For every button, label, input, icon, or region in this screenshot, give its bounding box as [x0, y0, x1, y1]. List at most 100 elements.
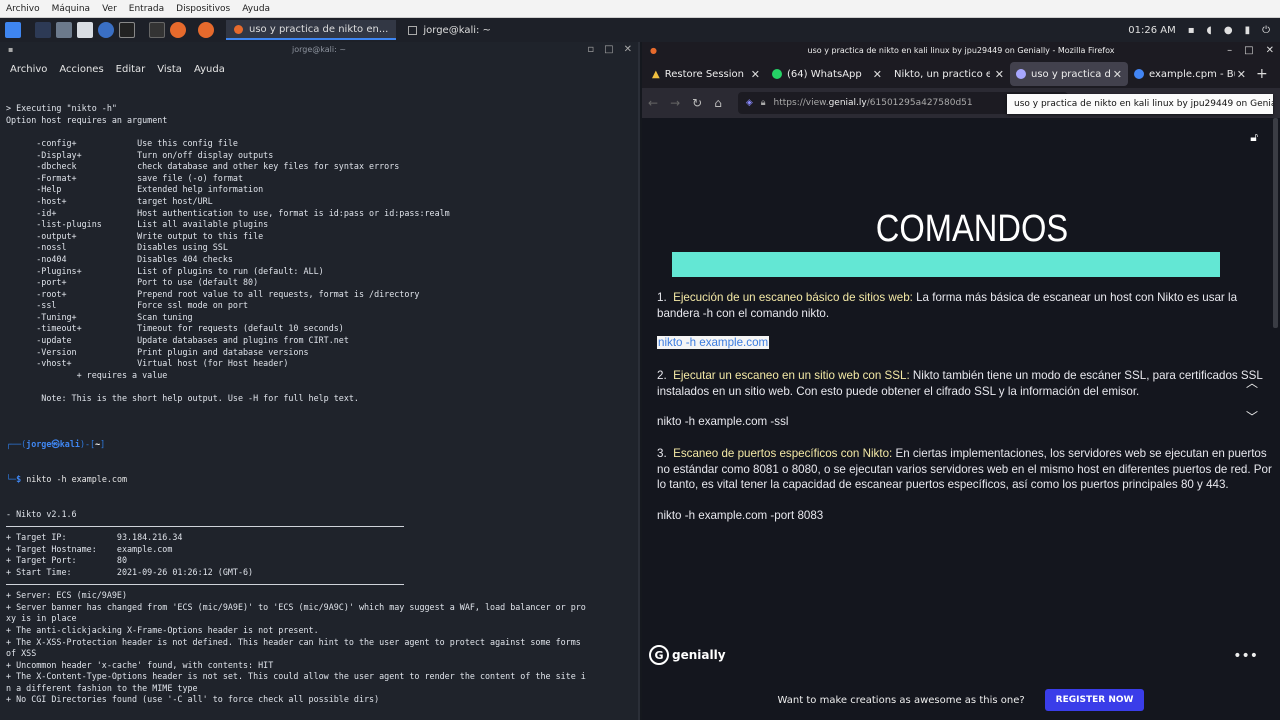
terminal-menu-vista[interactable]: Vista [157, 64, 182, 75]
terminal-titlebar: ▪ jorge@kali: ~ ▫ □ ✕ [0, 42, 638, 58]
more-options-icon[interactable]: ••• [1233, 648, 1258, 664]
terminal-window-controls: ▫ □ ✕ [587, 42, 632, 58]
vm-menu-dispositivos[interactable]: Dispositivos [170, 4, 236, 14]
promo-bar: Want to make creations as awesome as thi… [642, 680, 1280, 720]
tab-restore-session[interactable]: ▲ Restore Session ✕ [646, 62, 766, 86]
forward-icon[interactable]: → [670, 96, 680, 110]
tab-example-search[interactable]: example.cpm - Bu ✕ [1128, 62, 1252, 86]
chevron-down-icon[interactable]: ﹀ [1246, 408, 1258, 425]
prompt-user: jorge㉿kali [26, 439, 80, 450]
terminal-menu-acciones[interactable]: Acciones [59, 64, 103, 75]
firefox-launcher-icon[interactable] [170, 22, 186, 38]
prompt-command: nikto -h example.com [26, 474, 128, 485]
maximize-icon[interactable]: □ [1244, 42, 1253, 60]
lock-icon[interactable]: ▮ [1245, 25, 1251, 36]
notification-icon[interactable]: ● [1224, 25, 1233, 36]
maximize-icon[interactable]: □ [604, 42, 613, 58]
terminal-menu-archivo[interactable]: Archivo [10, 64, 47, 75]
terminal-scan-output: - Nikto v2.1.6 + Target IP: 93.184.216.34… [6, 509, 632, 706]
code-example-3: nikto -h example.com -port 8083 [657, 509, 824, 522]
tab-whatsapp[interactable]: (64) WhatsApp ✕ [766, 62, 888, 86]
register-button[interactable]: REGISTER NOW [1044, 689, 1145, 711]
scan-output-line: + Target IP: 93.184.216.34 [6, 532, 183, 543]
help-output-line: -dbcheck check database and other key fi… [6, 161, 400, 172]
scan-output-line: + Target Port: 80 [6, 555, 128, 566]
help-output-line: -Tuning+ Scan tuning [6, 311, 193, 322]
help-output-line: -host+ target host/URL [6, 195, 213, 206]
help-output-line: -config+ Use this config file [6, 137, 238, 148]
kali-menu-icon[interactable] [5, 22, 21, 38]
scan-output-line: + The X-XSS-Protection header is not def… [6, 636, 581, 647]
text-editor-icon[interactable] [77, 22, 93, 38]
workspace-icon[interactable] [35, 22, 51, 38]
clock[interactable]: 01:26 AM [1128, 25, 1175, 36]
prompt-line-1: ┌──(jorge㉿kali)-[~] [6, 439, 106, 450]
tab-label: Nikto, un practico esc [894, 68, 990, 80]
minimize-icon[interactable]: ▫ [587, 42, 594, 58]
url-host: genial.ly [828, 98, 867, 108]
back-icon[interactable]: ← [648, 96, 658, 110]
vm-menu-maquina[interactable]: Máquina [46, 4, 96, 14]
item-title: Escaneo de puertos específicos con Nikto… [673, 447, 893, 460]
scan-output-line: + The X-Content-Type-Options header is n… [6, 671, 586, 682]
browser-icon[interactable] [98, 22, 114, 38]
terminal-menu-ayuda[interactable]: Ayuda [194, 64, 225, 75]
tab-close-icon[interactable]: ✕ [1113, 68, 1122, 81]
volume-icon[interactable]: ◖ [1207, 25, 1212, 36]
vm-menu-ver[interactable]: Ver [96, 4, 123, 14]
close-icon[interactable]: ✕ [624, 42, 632, 58]
tab-genially-active[interactable]: uso y practica de nikto ✕ [1010, 62, 1128, 86]
reload-icon[interactable]: ↻ [692, 96, 702, 110]
home-icon[interactable]: ⌂ [714, 96, 722, 110]
vm-menu-entrada[interactable]: Entrada [123, 4, 170, 14]
scan-output-line: n a different fashion to the MIME type [6, 682, 198, 693]
genially-logo[interactable]: G genially [649, 645, 726, 665]
terminal-output[interactable]: > Executing "nikto -h" Option host requir… [0, 80, 638, 716]
item-1: 1. Ejecución de un escaneo básico de sit… [657, 290, 1272, 321]
terminal-icon [408, 25, 418, 35]
taskbar-firefox[interactable]: uso y practica de nikto en... [226, 20, 397, 40]
tab-nikto-practico[interactable]: Nikto, un practico esc ✕ [888, 62, 1010, 86]
help-output-line: -port+ Port to use (default 80) [6, 277, 259, 288]
help-output-line: > Executing "nikto -h" [6, 103, 117, 114]
tab-close-icon[interactable]: ✕ [751, 68, 760, 81]
terminal-launcher-icon[interactable] [119, 22, 135, 38]
tab-label: Restore Session [664, 68, 744, 80]
vm-menu-ayuda[interactable]: Ayuda [236, 4, 276, 14]
terminal-menu-bar: Archivo Acciones Editar Vista Ayuda [0, 58, 638, 80]
power-icon[interactable]: ⏻ [1262, 25, 1270, 36]
terminal-menu-editar[interactable]: Editar [116, 64, 146, 75]
help-output-line: Note: This is the short help output. Use… [6, 393, 359, 404]
code-example-1: nikto -h example.com [657, 336, 770, 349]
taskbar-terminal[interactable]: jorge@kali: ~ [400, 20, 499, 40]
code-text-selected[interactable]: nikto -h example.com [657, 336, 770, 349]
tab-close-icon[interactable]: ✕ [873, 68, 882, 81]
page-scrollbar[interactable] [1273, 118, 1278, 328]
workspace-1-icon[interactable] [149, 22, 165, 38]
taskbar-firefox-label: uso y practica de nikto en... [249, 23, 389, 35]
tab-close-icon[interactable]: ✕ [995, 68, 1004, 81]
tab-label: example.cpm - Bu [1149, 68, 1235, 80]
help-output-line: -id+ Host authentication to use, format … [6, 207, 450, 218]
chevron-up-icon[interactable]: ︿ [1246, 374, 1258, 391]
help-output-line: -output+ Write output to this file [6, 230, 264, 241]
item-number: 1. [657, 291, 667, 304]
minimize-icon[interactable]: – [1227, 42, 1232, 60]
firefox-window-controls: – □ ✕ [1227, 42, 1274, 60]
terminal-title: jorge@kali: ~ [291, 45, 347, 54]
firefox-title: uso y practica de nikto en kali linux by… [807, 46, 1115, 55]
firefox-icon [234, 24, 243, 34]
google-icon [1134, 69, 1144, 79]
help-output-line: -vhost+ Virtual host (for Host header) [6, 358, 289, 369]
unlock-icon[interactable]: 🔓︎ [1250, 130, 1258, 145]
firefox-titlebar: ● uso y practica de nikto en kali linux … [642, 42, 1280, 60]
tab-close-icon[interactable]: ✕ [1237, 68, 1246, 81]
scan-output-line: + Server banner has changed from 'ECS (m… [6, 601, 586, 612]
file-manager-icon[interactable] [56, 22, 72, 38]
firefox-workspace-icon[interactable] [198, 22, 214, 38]
vm-menu-archivo[interactable]: Archivo [0, 4, 46, 14]
tray-box-icon[interactable]: ▪ [1188, 25, 1195, 36]
new-tab-icon[interactable]: + [1256, 66, 1268, 82]
taskbar-terminal-label: jorge@kali: ~ [423, 24, 491, 36]
close-icon[interactable]: ✕ [1266, 42, 1274, 60]
